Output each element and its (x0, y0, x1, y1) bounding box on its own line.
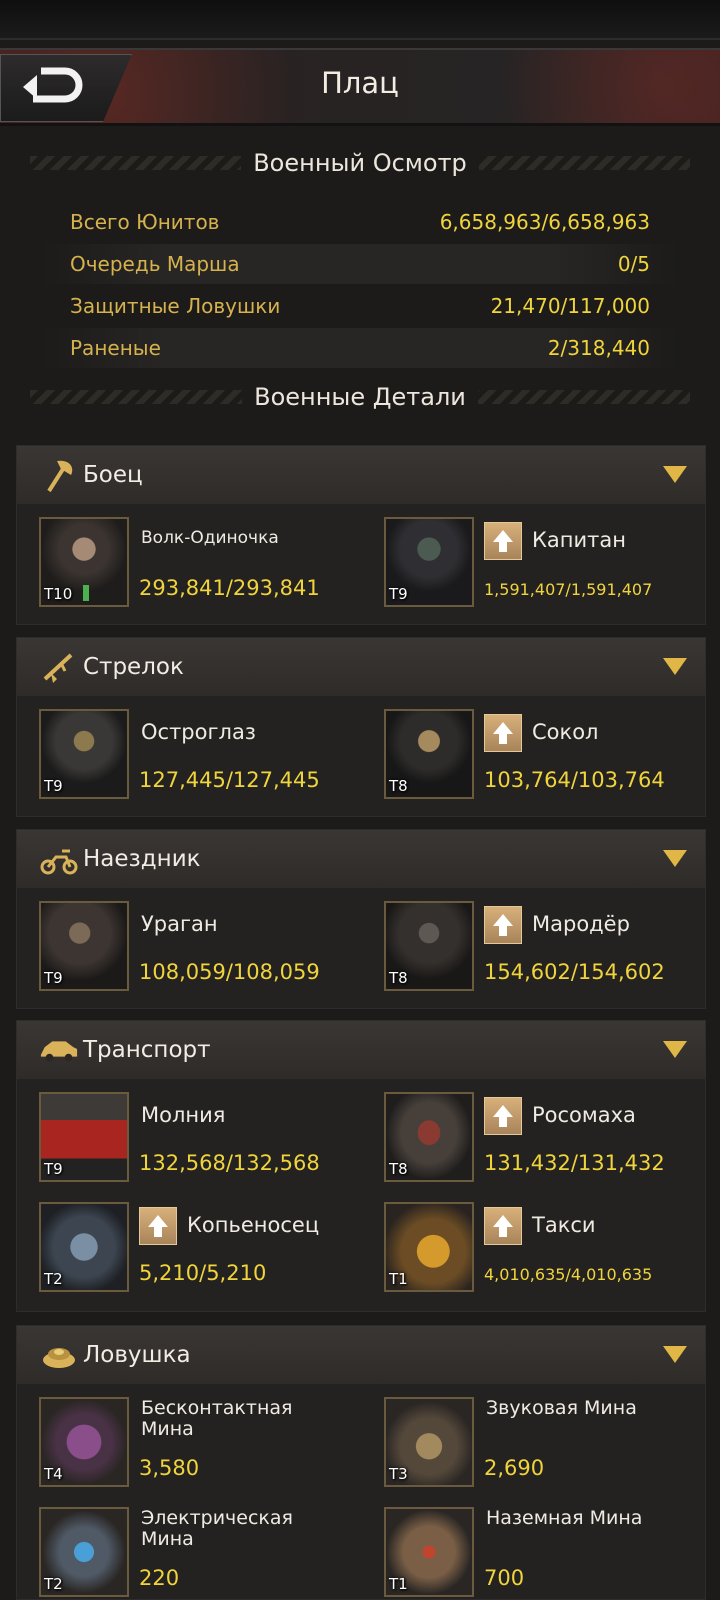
unit-portrait: T8 (384, 901, 474, 991)
tier-progress-bar (83, 585, 89, 601)
summary-row-total-units: Всего Юнитов 6,658,963/6,658,963 (70, 210, 650, 234)
car-icon (39, 1030, 79, 1070)
category-transport: Транспорт T9 Молния 132,568/132,568 T8 Р… (16, 1020, 706, 1312)
summary-row-march-queue: Очередь Марша 0/5 (40, 244, 680, 284)
unit-card[interactable]: T9 Ураган 108,059/108,059 (17, 896, 347, 991)
unit-card[interactable]: T9 Молния 132,568/132,568 (17, 1087, 347, 1182)
mine-icon (39, 1335, 79, 1375)
details-heading: Военные Детали (30, 377, 690, 417)
unit-portrait: T10 (39, 517, 129, 607)
overview-heading: Военный Осмотр (30, 143, 690, 183)
unit-card[interactable]: T2 Электрическая Мина 220 (17, 1502, 347, 1597)
category-fighter: Боец T10 Волк-Одиночка 293,841/293,841 T… (16, 445, 706, 625)
unit-portrait: T9 (39, 709, 129, 799)
unit-card[interactable]: T8 Росомаха 131,432/131,432 (362, 1087, 692, 1182)
rifle-icon (39, 647, 79, 687)
chevron-down-icon[interactable] (663, 466, 687, 483)
unit-portrait: T2 (39, 1202, 129, 1292)
category-header-fighter[interactable]: Боец (17, 446, 705, 504)
top-status-bar (0, 0, 720, 40)
unit-card[interactable]: T1 Такси 4,010,635/4,010,635 (362, 1197, 692, 1292)
page-title: Плац (321, 66, 399, 100)
motorcycle-icon (39, 839, 79, 879)
unit-portrait: T3 (384, 1397, 474, 1487)
unit-card[interactable]: T9 Капитан 1,591,407/1,591,407 (362, 512, 692, 607)
unit-portrait: T1 (384, 1202, 474, 1292)
chevron-down-icon[interactable] (663, 1346, 687, 1363)
axe-icon (39, 455, 79, 495)
summary-row-wounded: Раненые 2/318,440 (40, 328, 680, 368)
unit-card[interactable]: T4 Бесконтактная Мина 3,580 (17, 1392, 347, 1487)
unit-portrait: T9 (39, 1092, 129, 1182)
upgrade-arrow-icon[interactable] (484, 1207, 522, 1245)
upgrade-arrow-icon[interactable] (484, 906, 522, 944)
unit-portrait: T1 (384, 1507, 474, 1597)
unit-portrait: T9 (384, 517, 474, 607)
upgrade-arrow-icon[interactable] (484, 522, 522, 560)
chevron-down-icon[interactable] (663, 1041, 687, 1058)
category-rider: Наездник T9 Ураган 108,059/108,059 T8 Ма… (16, 829, 706, 1009)
upgrade-arrow-icon[interactable] (484, 1097, 522, 1135)
unit-portrait: T4 (39, 1397, 129, 1487)
chevron-down-icon[interactable] (663, 658, 687, 675)
unit-card[interactable]: T1 Наземная Мина 700 (362, 1502, 692, 1597)
unit-card[interactable]: T8 Сокол 103,764/103,764 (362, 704, 692, 799)
unit-portrait: T2 (39, 1507, 129, 1597)
chevron-down-icon[interactable] (663, 850, 687, 867)
upgrade-arrow-icon[interactable] (484, 714, 522, 752)
unit-portrait: T9 (39, 901, 129, 991)
unit-card[interactable]: T8 Мародёр 154,602/154,602 (362, 896, 692, 991)
summary-row-defense-traps: Защитные Ловушки 21,470/117,000 (70, 294, 650, 318)
category-trap: Ловушка T4 Бесконтактная Мина 3,580 T3 З… (16, 1325, 706, 1600)
unit-card[interactable]: T9 Остроглаз 127,445/127,445 (17, 704, 347, 799)
category-header-shooter[interactable]: Стрелок (17, 638, 705, 696)
unit-portrait: T8 (384, 709, 474, 799)
category-header-rider[interactable]: Наездник (17, 830, 705, 888)
upgrade-arrow-icon[interactable] (139, 1207, 177, 1245)
unit-card[interactable]: T3 Звуковая Мина 2,690 (362, 1392, 692, 1487)
category-shooter: Стрелок T9 Остроглаз 127,445/127,445 T8 … (16, 637, 706, 817)
category-header-trap[interactable]: Ловушка (17, 1326, 705, 1384)
category-header-transport[interactable]: Транспорт (17, 1021, 705, 1079)
unit-card[interactable]: T2 Копьеносец 5,210/5,210 (17, 1197, 347, 1292)
unit-card[interactable]: T10 Волк-Одиночка 293,841/293,841 (17, 512, 347, 607)
unit-portrait: T8 (384, 1092, 474, 1182)
